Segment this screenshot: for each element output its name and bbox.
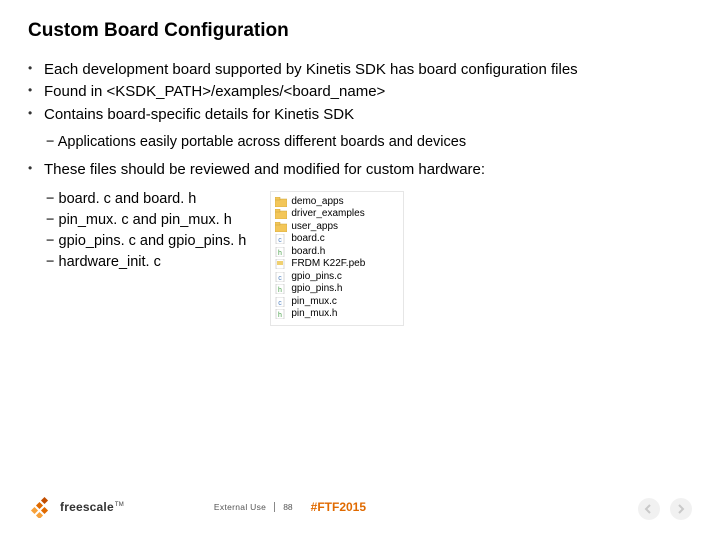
file-name: pin_mux.c <box>291 296 337 309</box>
file-name: board.h <box>291 246 325 259</box>
freescale-logo: freescaleTM <box>28 496 124 518</box>
h-file-icon: h <box>275 247 287 257</box>
file-name: gpio_pins.h <box>291 283 342 296</box>
file-row: h pin_mux.h <box>275 308 397 321</box>
bullet-list-2: These files should be reviewed and modif… <box>28 160 692 180</box>
svg-text:h: h <box>278 312 282 319</box>
file-row: c board.c <box>275 233 397 246</box>
file-row: h board.h <box>275 246 397 259</box>
slide-footer: freescaleTM External Use 88 #FTF2015 <box>28 496 692 518</box>
h-file-icon: h <box>275 284 287 294</box>
trademark-symbol: TM <box>115 502 124 508</box>
bullet-item: Found in <KSDK_PATH>/examples/<board_nam… <box>28 82 692 102</box>
svg-text:h: h <box>278 250 282 257</box>
file-sub-item: pin_mux. c and pin_mux. h <box>46 210 246 231</box>
file-row: user_apps <box>275 221 397 234</box>
nav-controls <box>638 498 692 520</box>
logo-text: freescale <box>60 500 114 514</box>
file-sub-item: hardware_init. c <box>46 252 246 273</box>
file-row: driver_examples <box>275 208 397 221</box>
file-name: driver_examples <box>291 208 364 221</box>
peb-file-icon <box>275 259 287 269</box>
file-row: c pin_mux.c <box>275 296 397 309</box>
folder-icon <box>275 222 287 232</box>
page-title: Custom Board Configuration <box>28 20 692 42</box>
nav-prev-button[interactable] <box>638 498 660 520</box>
external-use-label: External Use <box>214 502 266 512</box>
sub-bullet-portable: Applications easily portable across diff… <box>46 133 692 153</box>
file-name: gpio_pins.c <box>291 271 342 284</box>
svg-text:c: c <box>279 300 283 307</box>
file-name: user_apps <box>291 221 338 234</box>
footer-divider <box>274 502 275 512</box>
freescale-logo-icon <box>28 496 54 518</box>
folder-icon <box>275 209 287 219</box>
page-number: 88 <box>283 502 292 512</box>
bullet-item: Each development board supported by Kine… <box>28 60 692 80</box>
file-name: demo_apps <box>291 196 343 209</box>
svg-text:c: c <box>279 237 283 244</box>
chevron-left-icon <box>644 504 654 514</box>
event-hashtag: #FTF2015 <box>311 500 366 514</box>
chevron-right-icon <box>676 504 686 514</box>
file-row: c gpio_pins.c <box>275 271 397 284</box>
file-sub-item: gpio_pins. c and gpio_pins. h <box>46 231 246 252</box>
c-file-icon: c <box>275 272 287 282</box>
svg-text:c: c <box>279 275 283 282</box>
file-row: h gpio_pins.h <box>275 283 397 296</box>
h-file-icon: h <box>275 309 287 319</box>
c-file-icon: c <box>275 234 287 244</box>
bullet-item: Contains board-specific details for Kine… <box>28 105 692 125</box>
file-name: pin_mux.h <box>291 308 337 321</box>
file-sub-item: board. c and board. h <box>46 189 246 210</box>
c-file-icon: c <box>275 297 287 307</box>
file-listing-panel: demo_apps driver_examples user_apps c bo… <box>270 191 404 326</box>
bullet-item: These files should be reviewed and modif… <box>28 160 692 180</box>
folder-icon <box>275 197 287 207</box>
nav-next-button[interactable] <box>670 498 692 520</box>
file-name: board.c <box>291 233 324 246</box>
file-name: FRDM K22F.peb <box>291 258 365 271</box>
file-row: FRDM K22F.peb <box>275 258 397 271</box>
bullet-list-1: Each development board supported by Kine… <box>28 60 692 125</box>
svg-text:h: h <box>278 287 282 294</box>
file-sublist: board. c and board. h pin_mux. c and pin… <box>46 189 246 273</box>
file-row: demo_apps <box>275 196 397 209</box>
